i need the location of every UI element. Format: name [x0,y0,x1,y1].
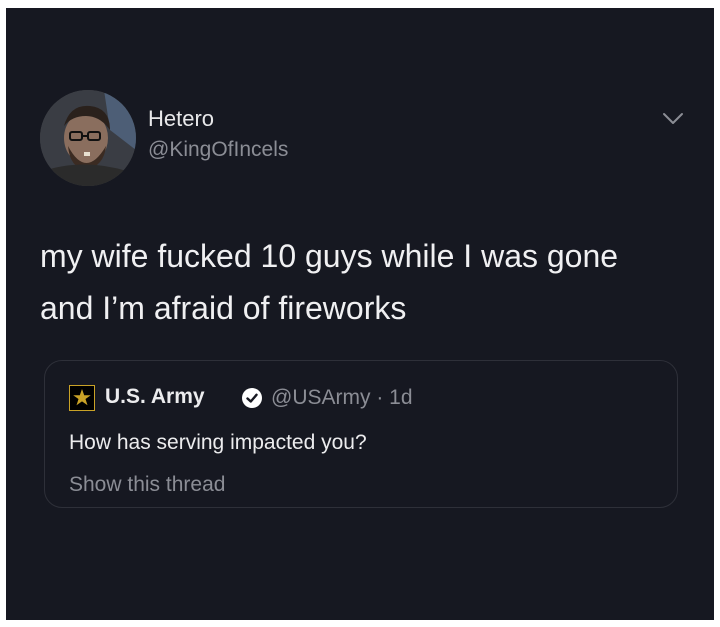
quoted-tweet-text: How has serving impacted you? [69,431,367,454]
tweet-card: Hetero @KingOfIncels my wife fucked 10 g… [6,8,714,620]
tweet-text: my wife fucked 10 guys while I was gone … [40,238,619,326]
avatar-image [40,90,136,186]
author-name[interactable]: Hetero [148,106,214,132]
author-handle[interactable]: @KingOfIncels [148,138,288,162]
chevron-down-icon[interactable] [662,112,684,126]
army-star-logo [69,385,95,411]
quoted-author-name[interactable]: U.S. Army [105,385,205,409]
army-star-icon [73,389,91,406]
verified-badge-icon [242,388,262,408]
show-thread-link[interactable]: Show this thread [69,473,225,497]
quoted-author-handle[interactable]: @USArmy · 1d [271,386,413,410]
avatar[interactable] [40,90,136,186]
quoted-tweet[interactable]: U.S. Army @USArmy · 1d How has serving i… [44,360,678,508]
